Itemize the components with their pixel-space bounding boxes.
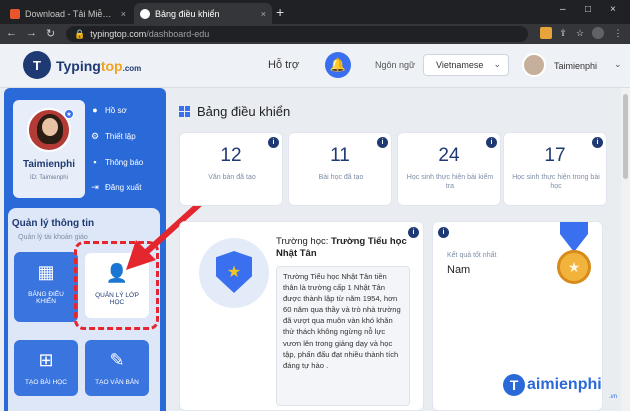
profile-name: Taimienphi — [22, 159, 76, 170]
stat-lessons-created: i 11 Bài học đã tạo — [288, 132, 392, 206]
watermark-logo: T aimienphi — [503, 374, 602, 396]
school-description: Trường Tiểu học Nhật Tân tiền thân là tr… — [276, 266, 410, 406]
stat-label: Văn bản đã tạo — [208, 174, 256, 181]
sidebar-item-label: Thiết lập — [105, 131, 136, 141]
info-icon[interactable]: i — [438, 227, 449, 238]
close-window-button[interactable]: × — [610, 4, 616, 15]
notification-bell-icon[interactable]: 🔔 — [325, 52, 351, 78]
sidebar-item-notifications[interactable]: ▪ Thông báo — [90, 157, 143, 167]
extension-icon[interactable] — [540, 27, 552, 39]
stat-value: 12 — [220, 145, 242, 166]
user-icon: ● — [92, 105, 98, 115]
watermark-suffix: .vn — [609, 394, 618, 400]
tile-dashboard[interactable]: ▦ BẢNG ĐIỀU KHIỂN — [14, 252, 78, 322]
tile-label: BẢNG ĐIỀU KHIỂN — [28, 291, 64, 305]
tab-label: Download - Tải Miễn Phí VN - Pl — [25, 8, 116, 19]
sidebar-item-profile[interactable]: ● Hồ sơ — [90, 105, 127, 115]
chevron-down-icon: ⌄ — [493, 59, 501, 69]
stat-students-lessons: i 17 Học sinh thực hiện trong bài học — [503, 132, 607, 206]
download-favicon-icon — [10, 8, 20, 19]
star-icon[interactable]: ☆ — [574, 27, 586, 39]
watermark-text: aimienphi — [527, 376, 602, 393]
medal-icon: ★ — [557, 250, 591, 284]
edit-text-icon: ✎ — [109, 350, 125, 370]
tab-download[interactable]: Download - Tải Miễn Phí VN - Pl × — [4, 3, 132, 24]
stat-texts-created: i 12 Văn bản đã tạo — [179, 132, 283, 206]
url-path: /dashboard-edu — [146, 29, 210, 39]
best-result-value: Nam — [447, 264, 471, 276]
tile-label: TẠO BÀI HỌC — [25, 379, 67, 386]
best-result-label: Kết quả tốt nhất — [447, 252, 497, 259]
logo-brand-1: Typing — [56, 58, 101, 74]
school-emblem: ★ — [199, 238, 269, 308]
reload-button[interactable]: ↻ — [46, 27, 55, 40]
dashboard-grid-icon — [179, 106, 190, 117]
browser-tab-bar: Download - Tải Miễn Phí VN - Pl × Bảng đ… — [0, 0, 630, 24]
tab-dashboard[interactable]: Bảng điều khiển × — [134, 3, 272, 24]
logo-brand-2: top — [100, 58, 123, 74]
language-select[interactable]: Vietnamese ⌄ — [423, 54, 509, 76]
sidebar-item-settings[interactable]: ⚙ Thiết lập — [90, 131, 136, 141]
stat-students-tests: i 24 Học sinh thực hiện bài kiểm tra — [397, 132, 501, 206]
logo-text[interactable]: Typingtop.com — [56, 58, 141, 74]
forward-button[interactable]: → — [26, 27, 37, 39]
page-title: Bảng điều khiển — [179, 104, 290, 119]
school-heading: Trường học: Trường Tiểu học Nhật Tân — [276, 236, 416, 260]
url-host: typingtop.com — [90, 29, 147, 39]
url-field[interactable]: 🔒 typingtop.com/dashboard-edu — [66, 26, 528, 42]
gear-icon: ⚙ — [90, 130, 100, 141]
school-prefix: Trường học: — [276, 236, 329, 247]
share-icon[interactable]: ⇪ — [557, 27, 569, 39]
tile-label: TẠO VĂN BẢN — [95, 379, 139, 386]
sidebar-item-label: Đăng xuất — [105, 182, 142, 192]
stat-value: 17 — [544, 145, 566, 166]
sidebar-item-label: Hồ sơ — [105, 105, 127, 115]
minimize-button[interactable]: – — [560, 4, 566, 15]
logout-icon: ⇥ — [91, 181, 99, 192]
site-header: T Typingtop.com Hỗ trợ 🔔 Ngôn ngữ Vietna… — [0, 44, 630, 88]
sidebar-item-logout[interactable]: ⇥ Đăng xuất — [90, 182, 141, 192]
stat-label: Học sinh thực hiện trong bài học — [512, 174, 600, 190]
stat-label: Học sinh thực hiện bài kiểm tra — [406, 174, 494, 190]
stat-value: 24 — [438, 145, 460, 166]
language-value: Vietnamese — [436, 60, 484, 70]
close-tab-icon[interactable]: × — [121, 9, 126, 19]
tile-create-text[interactable]: ✎ TẠO VĂN BẢN — [85, 340, 149, 396]
stat-label: Bài học đã tạo — [318, 174, 364, 181]
menu-dots-icon[interactable]: ⋮ — [612, 27, 624, 39]
profile-card: ★ Taimienphi ID: Taimienphi — [13, 100, 85, 198]
page-title-text: Bảng điều khiển — [197, 104, 291, 119]
new-tab-button[interactable]: + — [276, 4, 284, 20]
header-avatar[interactable] — [522, 53, 546, 77]
language-label: Ngôn ngữ — [375, 60, 416, 70]
shield-star-icon: ★ — [216, 251, 252, 293]
stat-value: 11 — [330, 145, 350, 166]
scrollbar[interactable] — [621, 88, 630, 411]
maximize-button[interactable]: □ — [585, 4, 591, 15]
management-subtitle: Quản lý tài khoản giáo — [18, 234, 88, 241]
address-bar-row: ← → ↻ 🔒 typingtop.com/dashboard-edu ⇪ ☆ … — [0, 24, 630, 44]
school-card: i ★ Trường học: Trường Tiểu học Nhật Tân… — [179, 221, 424, 411]
lock-icon: 🔒 — [74, 28, 86, 39]
management-title: Quản lý thông tin — [11, 218, 95, 229]
back-button[interactable]: ← — [6, 27, 17, 39]
typingtop-favicon-icon — [140, 8, 150, 19]
add-lesson-icon: ⊞ — [38, 350, 54, 370]
tab-label: Bảng điều khiển — [155, 8, 220, 19]
sidebar-item-label: Thông báo — [105, 157, 144, 167]
message-icon: ▪ — [93, 157, 97, 167]
close-tab-icon[interactable]: × — [261, 9, 266, 19]
support-link[interactable]: Hỗ trợ — [268, 59, 299, 71]
profile-icon[interactable] — [592, 27, 604, 39]
logo-brand-3: .com — [122, 64, 142, 73]
header-username[interactable]: Taimienphi — [554, 61, 597, 71]
watermark-t: T — [503, 374, 525, 396]
grid-icon: ▦ — [37, 262, 55, 282]
verified-badge-icon: ★ — [64, 109, 74, 119]
logo-icon[interactable]: T — [23, 51, 51, 79]
chevron-down-icon[interactable]: ⌄ — [614, 59, 622, 70]
profile-id: ID: Taimienphi — [30, 175, 68, 181]
tile-create-lesson[interactable]: ⊞ TẠO BÀI HỌC — [14, 340, 78, 396]
ribbon-icon — [560, 222, 588, 252]
